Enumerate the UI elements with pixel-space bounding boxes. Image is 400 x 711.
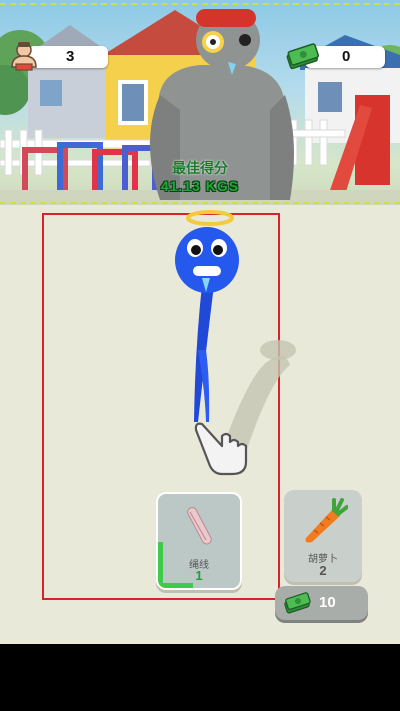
best-score-value: 41.13 KGS bbox=[160, 178, 240, 194]
item-card-carrot[interactable]: 胡萝卜 2 bbox=[284, 490, 362, 582]
item-progress-side bbox=[158, 542, 163, 588]
best-score-label: 最佳得分 bbox=[172, 161, 228, 177]
rope-icon bbox=[182, 504, 216, 548]
carrot-icon bbox=[298, 498, 349, 544]
item-progress-bar bbox=[158, 583, 193, 588]
cash-amount: 0 bbox=[342, 48, 351, 65]
item-card-rope[interactable]: 绳线 1 bbox=[156, 492, 242, 590]
item-count: 2 bbox=[319, 563, 327, 578]
tap-hand-icon bbox=[192, 414, 262, 478]
buy-price: 10 bbox=[319, 594, 336, 611]
top-boundary-line bbox=[0, 3, 400, 5]
item-count: 1 bbox=[195, 568, 203, 583]
bottom-black-bar bbox=[0, 644, 400, 711]
cash-icon bbox=[285, 42, 319, 72]
character-count: 3 bbox=[66, 48, 75, 65]
buy-button[interactable]: 10 bbox=[275, 586, 368, 620]
cash-icon bbox=[283, 591, 311, 615]
strongman-icon bbox=[6, 39, 42, 75]
